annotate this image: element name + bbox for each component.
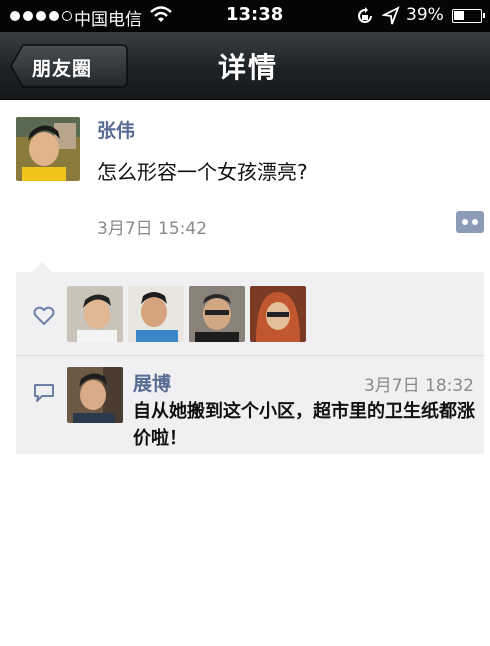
- heart-icon: [33, 306, 55, 326]
- like-avatar-3-image: [189, 286, 245, 342]
- commenter-avatar[interactable]: [67, 367, 123, 423]
- comment-action-button[interactable]: [456, 211, 484, 233]
- rotation-lock-icon: [358, 7, 372, 23]
- like-avatar-2-image: [128, 286, 184, 342]
- poster-name[interactable]: 张伟: [97, 116, 135, 143]
- page-title: 详情: [217, 51, 278, 84]
- wifi-icon: [150, 6, 172, 22]
- battery-icon: [452, 9, 485, 23]
- poster-avatar[interactable]: [16, 117, 80, 181]
- location-arrow-icon: [382, 6, 400, 25]
- like-avatar-4[interactable]: [250, 286, 306, 342]
- post-timestamp: 3月7日 15:42: [97, 219, 208, 239]
- commenter-avatar-image: [67, 367, 123, 423]
- status-bar: 中国电信 13:38 39%: [0, 0, 490, 32]
- comment-text: 自从她搬到这个小区，超市里的卫生纸都涨价啦！: [133, 401, 475, 449]
- navigation-bar: 朋友圈 详情: [0, 32, 490, 100]
- panel-pointer: [32, 262, 52, 272]
- post-text: 怎么形容一个女孩漂亮?: [97, 160, 308, 184]
- signal-dots-icon: [10, 11, 72, 21]
- comment-bubble-icon: [34, 384, 54, 402]
- battery-percent: 39%: [406, 5, 444, 25]
- commenter-name[interactable]: 展博: [133, 369, 171, 396]
- like-avatar-1[interactable]: [67, 286, 123, 342]
- panel-divider: [16, 355, 484, 356]
- like-avatar-4-image: [250, 286, 306, 342]
- status-time: 13:38: [226, 4, 284, 25]
- like-avatar-1-image: [67, 286, 123, 342]
- poster-avatar-image: [16, 117, 80, 181]
- like-avatar-3[interactable]: [189, 286, 245, 342]
- battery-level: [454, 11, 464, 20]
- like-avatar-2[interactable]: [128, 286, 184, 342]
- comment-timestamp: 3月7日 18:32: [363, 376, 474, 396]
- carrier-label: 中国电信: [74, 10, 142, 30]
